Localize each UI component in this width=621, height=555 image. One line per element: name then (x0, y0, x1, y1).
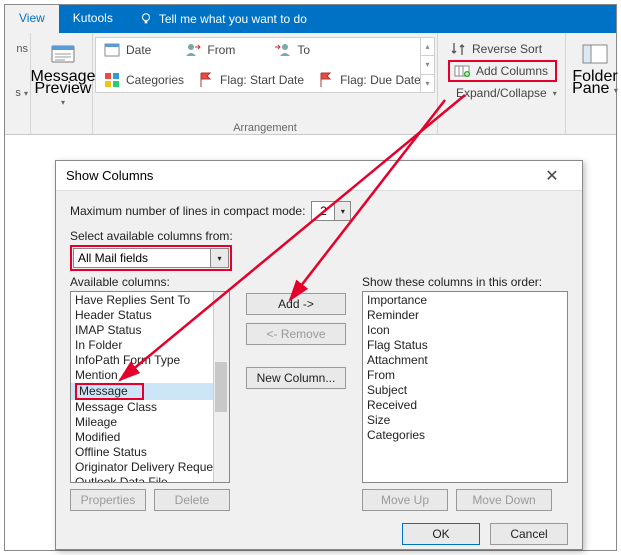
ribbon: ns s ▾ MessagePreview ▾ Date (5, 33, 616, 135)
dialog-title: Show Columns (66, 168, 153, 183)
folder-pane-button[interactable]: FolderPane ▾ (572, 37, 618, 97)
chevron-down-icon[interactable]: ▾ (334, 202, 350, 220)
reverse-sort-button[interactable]: Reverse Sort (450, 41, 555, 57)
show-columns-list[interactable]: ImportanceReminderIconFlag StatusAttachm… (362, 291, 568, 483)
list-item[interactable]: Size (363, 413, 567, 428)
list-item[interactable]: From (363, 368, 567, 383)
list-item[interactable]: Header Status (71, 308, 229, 323)
arrange-by-date[interactable]: Date (104, 42, 151, 58)
scrollbar-thumb[interactable] (215, 362, 227, 412)
categories-icon (104, 72, 120, 88)
flag-icon (198, 72, 214, 88)
ribbon-group-arrangement: Date From To Categories (93, 33, 438, 134)
gallery-scroll-down[interactable]: ▾ (421, 55, 434, 73)
max-lines-spinner[interactable]: ▾ (311, 201, 351, 221)
ribbon-group-folder-pane: FolderPane ▾ (566, 33, 616, 134)
list-item[interactable]: Flag Status (363, 338, 567, 353)
list-item[interactable]: IMAP Status (71, 323, 229, 338)
tab-kutools[interactable]: Kutools (59, 5, 127, 33)
truncated-option-1[interactable]: ns (7, 37, 28, 55)
ribbon-group-truncated-left: ns s ▾ (5, 33, 31, 134)
message-preview-button[interactable]: MessagePreview ▾ (37, 37, 89, 109)
chevron-down-icon[interactable]: ▾ (210, 249, 228, 267)
expand-collapse-button[interactable]: Expand/Collapse ▾ (450, 85, 555, 101)
calendar-icon (104, 42, 120, 58)
show-columns-label: Show these columns in this order: (362, 275, 568, 289)
truncated-option-2[interactable]: s ▾ (7, 55, 28, 99)
list-item[interactable]: Mileage (71, 415, 229, 430)
list-item[interactable]: InfoPath Form Type (71, 353, 229, 368)
list-item[interactable]: Subject (363, 383, 567, 398)
gallery-more[interactable]: ▾ (421, 74, 434, 92)
list-item[interactable]: Modified (71, 430, 229, 445)
person-from-icon (185, 42, 201, 58)
list-item[interactable]: Originator Delivery Reques (71, 460, 229, 475)
folder-pane-label: FolderPane ▾ (572, 71, 618, 97)
message-preview-icon (49, 41, 77, 69)
list-item[interactable]: Have Replies Sent To (71, 293, 229, 308)
list-item[interactable]: Reminder (363, 308, 567, 323)
list-item[interactable]: In Folder (71, 338, 229, 353)
tab-view[interactable]: View (5, 5, 59, 33)
app-frame: View Kutools Tell me what you want to do… (4, 4, 617, 551)
available-columns-list[interactable]: Have Replies Sent ToHeader StatusIMAP St… (70, 291, 230, 483)
arrange-by-flag-due[interactable]: Flag: Due Date (318, 72, 421, 88)
new-column-button[interactable]: New Column... (246, 367, 346, 389)
available-columns-from-combo[interactable]: ▾ (73, 248, 229, 268)
gallery-scroll-up[interactable]: ▴ (421, 38, 434, 55)
arrangement-group-label: Arrangement (95, 120, 435, 134)
list-item[interactable]: Received (363, 398, 567, 413)
max-lines-input[interactable] (312, 202, 334, 220)
list-item[interactable]: Attachment (363, 353, 567, 368)
add-columns-button[interactable]: Add Columns (448, 60, 557, 82)
person-to-icon (275, 42, 291, 58)
combo-input[interactable] (74, 249, 210, 267)
list-item[interactable]: Message (71, 383, 229, 400)
cancel-button[interactable]: Cancel (490, 523, 568, 545)
scrollbar[interactable] (213, 292, 229, 482)
close-icon[interactable]: ✕ (532, 166, 572, 186)
list-item[interactable]: Categories (363, 428, 567, 443)
list-item[interactable]: Message Class (71, 400, 229, 415)
list-item[interactable]: Offline Status (71, 445, 229, 460)
folder-pane-icon (581, 41, 609, 69)
list-item[interactable]: Icon (363, 323, 567, 338)
ok-button[interactable]: OK (402, 523, 480, 545)
message-preview-label: MessagePreview ▾ (31, 71, 96, 109)
add-columns-icon (454, 63, 470, 79)
remove-button[interactable]: <- Remove (246, 323, 346, 345)
list-item[interactable]: Mention (71, 368, 229, 383)
ribbon-group-preview: MessagePreview ▾ (31, 33, 93, 134)
add-button[interactable]: Add -> (246, 293, 346, 315)
flag-icon (318, 72, 334, 88)
dialog-titlebar: Show Columns ✕ (56, 161, 582, 191)
max-lines-label: Maximum number of lines in compact mode: (70, 204, 305, 218)
arrange-by-from[interactable]: From (185, 42, 235, 58)
list-item[interactable]: Importance (363, 293, 567, 308)
arrange-by-categories[interactable]: Categories (104, 72, 184, 88)
delete-button[interactable]: Delete (154, 489, 230, 511)
select-from-label: Select available columns from: (70, 229, 568, 243)
available-columns-label: Available columns: (70, 275, 230, 289)
move-up-button[interactable]: Move Up (362, 489, 448, 511)
tell-me-label: Tell me what you want to do (159, 12, 307, 26)
list-item[interactable]: Outlook Data File (71, 475, 229, 483)
ribbon-tabs: View Kutools Tell me what you want to do (5, 5, 616, 33)
bulb-icon (139, 12, 153, 26)
ribbon-group-sort-columns: Reverse Sort Add Columns Expand/Collapse… (438, 33, 566, 134)
arrange-by-flag-start[interactable]: Flag: Start Date (198, 72, 304, 88)
arrange-by-to[interactable]: To (275, 42, 310, 58)
properties-button[interactable]: Properties (70, 489, 146, 511)
move-down-button[interactable]: Move Down (456, 489, 552, 511)
reverse-sort-icon (450, 41, 466, 57)
tell-me-search[interactable]: Tell me what you want to do (127, 5, 319, 33)
show-columns-dialog: Show Columns ✕ Maximum number of lines i… (55, 160, 583, 550)
